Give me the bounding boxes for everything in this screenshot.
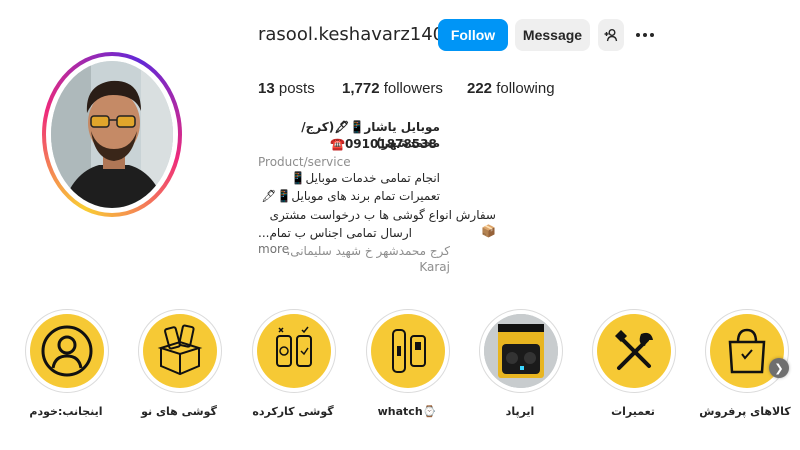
add-user-button[interactable] bbox=[598, 19, 624, 51]
followers-count: 1,772 bbox=[342, 80, 380, 97]
highlight-1-label: اینجانب:خودم bbox=[29, 405, 103, 418]
profile-avatar-ring[interactable] bbox=[42, 52, 182, 217]
highlight-6[interactable] bbox=[592, 309, 676, 393]
highlight-5-label: ایرپاد bbox=[505, 405, 535, 418]
highlight-1-cover bbox=[30, 314, 104, 388]
highlight-2-cover bbox=[143, 314, 217, 388]
highlight-6-label: تعمیرات bbox=[611, 405, 655, 418]
highlight-4-label: whatch⌚ bbox=[377, 405, 437, 418]
bio-line-4-text: ارسال تمامی اجناس ب تمام... bbox=[258, 226, 412, 240]
posts-stat: 13 posts bbox=[258, 80, 315, 97]
highlight-5-cover bbox=[484, 314, 558, 388]
phone-repair-icon bbox=[276, 326, 312, 367]
following-stat[interactable]: 222 following bbox=[467, 80, 555, 97]
following-count: 222 bbox=[467, 80, 493, 97]
highlight-7-label: کالاهای پرفروش bbox=[699, 405, 791, 418]
highlight-3-cover bbox=[257, 314, 331, 388]
avatar[interactable] bbox=[51, 61, 173, 208]
posts-label: posts bbox=[278, 80, 315, 97]
highlight-7-cover bbox=[710, 314, 784, 388]
more-options-icon[interactable] bbox=[636, 26, 658, 44]
followers-label: followers bbox=[383, 80, 443, 97]
avatar-border bbox=[46, 56, 178, 213]
highlight-6-cover bbox=[597, 314, 671, 388]
highlights-next-arrow-icon[interactable]: ❯ bbox=[769, 358, 789, 378]
person-icon bbox=[41, 325, 93, 377]
bio-category: Product/service bbox=[258, 155, 351, 169]
profile-username: rasool.keshavarz1402 bbox=[258, 24, 456, 45]
box-phones-icon bbox=[157, 324, 203, 376]
highlight-4-cover bbox=[371, 314, 445, 388]
highlight-1[interactable] bbox=[25, 309, 109, 393]
bio-line-2: تعمیرات تمام برند های موبایل📱🖋 bbox=[261, 189, 440, 203]
avatar-photo bbox=[51, 61, 173, 208]
watch-icon bbox=[392, 329, 426, 373]
highlight-3-label: گوشی کارکرده bbox=[252, 405, 334, 418]
bio-phone: ☎️09101878538 bbox=[330, 137, 437, 151]
highlight-5[interactable] bbox=[479, 309, 563, 393]
tools-icon bbox=[615, 330, 653, 370]
bio-location[interactable]: کرج محمدشهر خ شهید سلیمانی، Karaj bbox=[258, 243, 450, 275]
following-label: following bbox=[496, 80, 555, 97]
follow-button[interactable]: Follow bbox=[438, 19, 508, 51]
highlight-7[interactable] bbox=[705, 309, 789, 393]
add-person-icon bbox=[604, 29, 618, 42]
posts-count: 13 bbox=[258, 80, 275, 97]
bio-line-1: انجام تمامی خدمات موبایل📱 bbox=[290, 171, 440, 185]
highlight-4[interactable] bbox=[366, 309, 450, 393]
airpods-photo bbox=[484, 314, 558, 388]
highlight-2-label: گوشی های نو bbox=[141, 405, 217, 418]
followers-stat[interactable]: 1,772 followers bbox=[342, 80, 443, 97]
shopping-bag-icon bbox=[728, 328, 766, 374]
highlight-3[interactable] bbox=[252, 309, 336, 393]
message-button[interactable]: Message bbox=[515, 19, 590, 51]
highlight-2[interactable] bbox=[138, 309, 222, 393]
